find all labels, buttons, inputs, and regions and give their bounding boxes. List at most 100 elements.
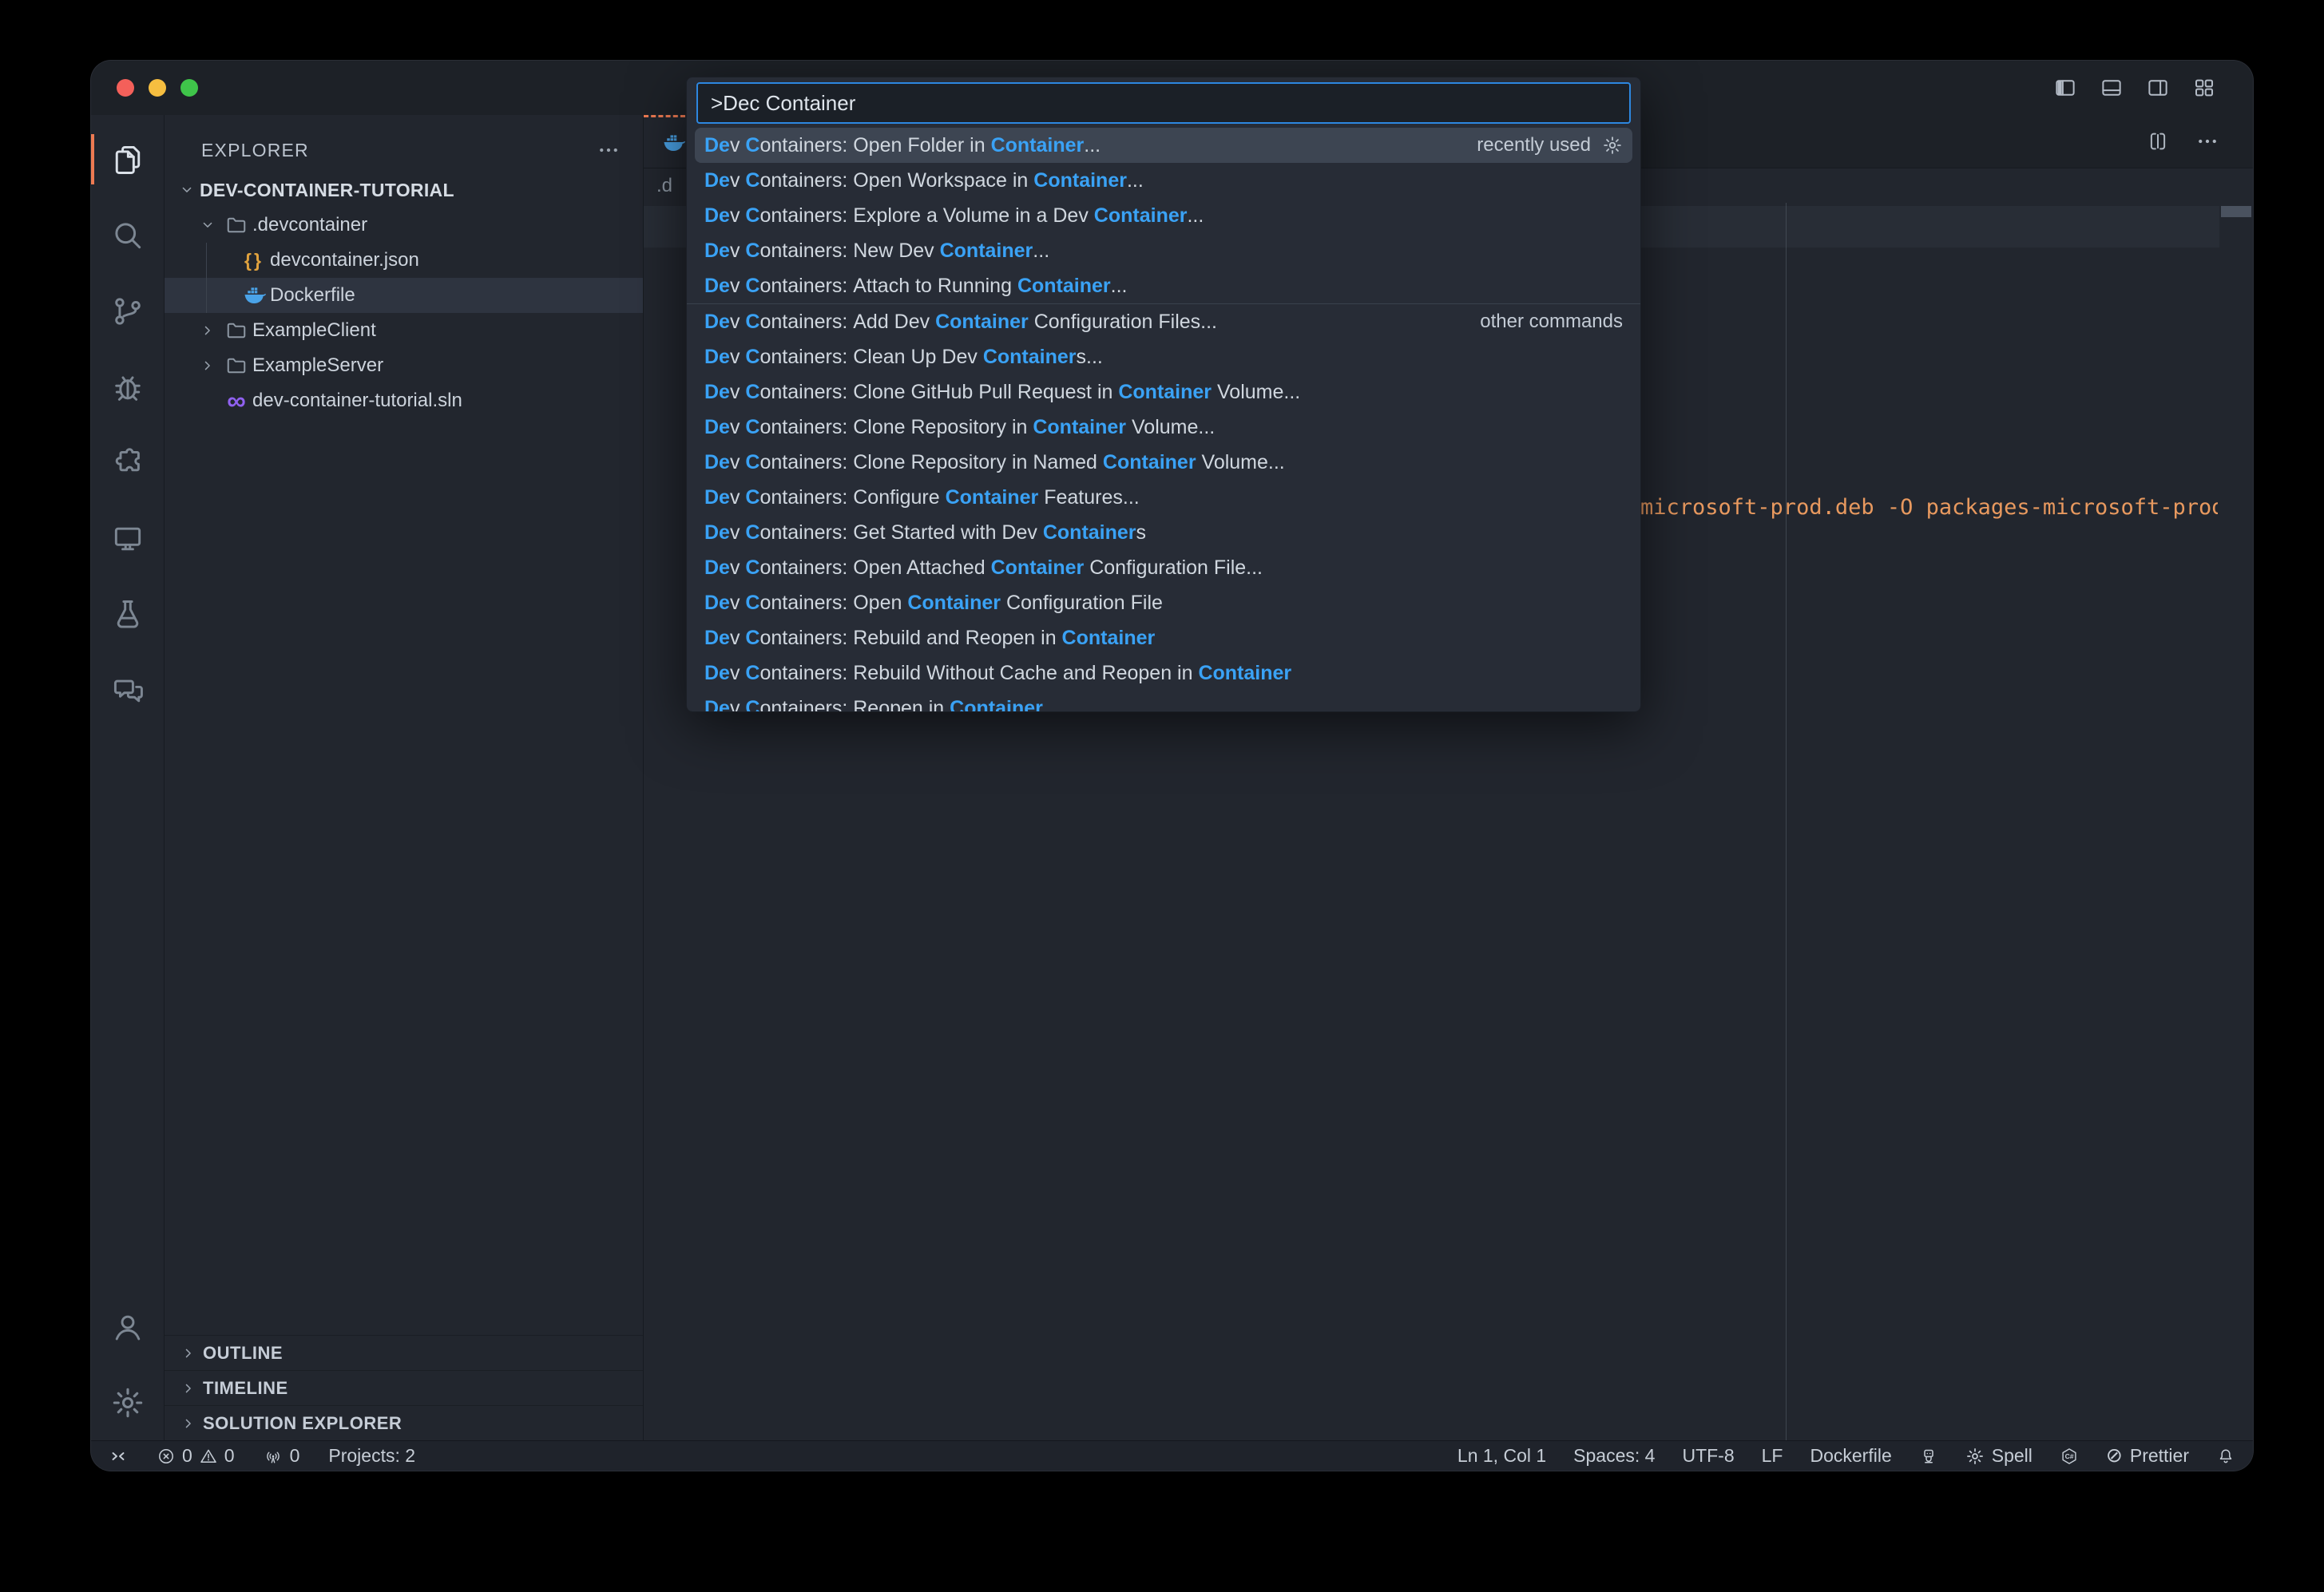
tree-item-dev-container-tutorial-sln[interactable]: ∞dev-container-tutorial.sln	[165, 383, 643, 418]
palette-item-9[interactable]: Dev Containers: Clone Repository in Cont…	[695, 410, 1632, 445]
palette-item-2[interactable]: Dev Containers: Open Workspace in Contai…	[695, 163, 1632, 198]
remote-icon	[109, 1447, 128, 1466]
gear-icon	[1965, 1447, 1985, 1466]
chevron-right-icon	[180, 1345, 196, 1361]
section-solution-explorer[interactable]: SOLUTION EXPLORER	[165, 1405, 643, 1440]
views-and-more-actions-button[interactable]	[597, 138, 621, 162]
source-control-icon	[110, 294, 145, 329]
status-problems[interactable]: 00	[157, 1445, 235, 1467]
docker-icon	[242, 283, 266, 307]
status-cursor-position[interactable]: Ln 1, Col 1	[1457, 1445, 1546, 1467]
csharp-icon: C#	[2060, 1447, 2079, 1466]
comments-icon	[110, 673, 145, 708]
palette-item-12[interactable]: Dev Containers: Get Started with Dev Con…	[695, 515, 1632, 550]
palette-item-14[interactable]: Dev Containers: Open Container Configura…	[695, 585, 1632, 620]
command-palette-input[interactable]	[696, 82, 1631, 124]
split-editor-button[interactable]	[2146, 129, 2170, 153]
palette-item-6[interactable]: Dev Containers: Add Dev Container Config…	[695, 304, 1632, 339]
palette-item-11[interactable]: Dev Containers: Configure Container Feat…	[695, 480, 1632, 515]
status-spell-checker[interactable]: Spell	[1965, 1445, 2033, 1467]
minimap-slider[interactable]	[2221, 206, 2251, 217]
editor-actions	[2146, 115, 2253, 168]
files-icon	[110, 142, 145, 177]
status-encoding[interactable]: UTF-8	[1682, 1445, 1734, 1467]
layout-panel-button[interactable]	[2100, 76, 2124, 100]
layout-grid-button[interactable]	[2192, 76, 2216, 100]
status-projects[interactable]: Projects: 2	[328, 1445, 415, 1467]
layout-sidebar-right-button[interactable]	[2146, 76, 2170, 100]
status-remote-indicator[interactable]	[109, 1447, 128, 1466]
explorer-sidebar: EXPLORER DEV-CONTAINER-TUTORIAL.devconta…	[165, 115, 644, 1440]
svg-text:C#: C#	[2064, 1452, 2073, 1460]
chevron-down-icon	[200, 217, 216, 233]
palette-item-5[interactable]: Dev Containers: Attach to Running Contai…	[695, 268, 1632, 303]
activity-comments[interactable]	[91, 652, 164, 728]
close-button[interactable]	[117, 79, 134, 97]
status-bar: 000Projects: 2 Ln 1, Col 1Spaces: 4UTF-8…	[91, 1440, 2253, 1471]
palette-item-8[interactable]: Dev Containers: Clone GitHub Pull Reques…	[695, 374, 1632, 410]
breadcrumb-item: .d	[656, 175, 672, 197]
vscode-window: EXPLORER DEV-CONTAINER-TUTORIAL.devconta…	[90, 60, 2254, 1471]
sidebar-empty-space	[165, 418, 643, 1335]
gear-icon	[110, 1385, 145, 1420]
palette-item-17[interactable]: Dev Containers: Reopen in Container	[695, 691, 1632, 712]
activity-run-and-debug[interactable]	[91, 349, 164, 425]
status-docker-linter[interactable]	[1919, 1447, 1938, 1466]
tree-item-exampleclient[interactable]: ExampleClient	[165, 313, 643, 348]
extensions-icon	[110, 446, 145, 481]
more-actions-button[interactable]	[2195, 129, 2219, 153]
status-indentation[interactable]: Spaces: 4	[1573, 1445, 1655, 1467]
tree-item-dev-container-tutorial[interactable]: DEV-CONTAINER-TUTORIAL	[165, 172, 643, 208]
monitor-icon	[110, 521, 145, 556]
tree-item-devcontainer[interactable]: .devcontainer	[165, 208, 643, 243]
folder-icon	[224, 354, 248, 378]
layout-sidebar-left-button[interactable]	[2053, 76, 2077, 100]
status-prettier[interactable]: ⊘Prettier	[2106, 1445, 2189, 1467]
configure-keybinding-icon[interactable]	[1602, 135, 1623, 156]
status-language-mode[interactable]: Dockerfile	[1810, 1445, 1891, 1467]
palette-item-4[interactable]: Dev Containers: New Dev Container...	[695, 233, 1632, 268]
status-notifications[interactable]	[2216, 1447, 2235, 1466]
palette-item-16[interactable]: Dev Containers: Rebuild Without Cache an…	[695, 655, 1632, 691]
palette-item-1[interactable]: Dev Containers: Open Folder in Container…	[695, 128, 1632, 163]
debug-icon	[110, 370, 145, 405]
activity-explorer[interactable]	[91, 121, 164, 197]
activity-extensions[interactable]	[91, 425, 164, 501]
tree-item-devcontainer-json[interactable]: {}devcontainer.json	[165, 243, 643, 278]
window-controls	[91, 79, 198, 97]
palette-item-7[interactable]: Dev Containers: Clean Up Dev Containers.…	[695, 339, 1632, 374]
tree-item-exampleserver[interactable]: ExampleServer	[165, 348, 643, 383]
code-text: -O packages-microsoft-prod.	[1874, 495, 2218, 520]
code-link[interactable]: microsoft-prod.deb	[1640, 495, 1874, 520]
palette-item-10[interactable]: Dev Containers: Clone Repository in Name…	[695, 445, 1632, 480]
activity-source-control[interactable]	[91, 273, 164, 349]
status-ports[interactable]: 0	[264, 1445, 300, 1467]
tree-item-dockerfile[interactable]: Dockerfile	[165, 278, 643, 313]
palette-item-15[interactable]: Dev Containers: Rebuild and Reopen in Co…	[695, 620, 1632, 655]
account-icon	[110, 1309, 145, 1344]
status-eol[interactable]: LF	[1762, 1445, 1783, 1467]
chevron-right-icon	[180, 1416, 196, 1432]
section-outline[interactable]: OUTLINE	[165, 1335, 643, 1370]
activity-search[interactable]	[91, 197, 164, 273]
sidebar-bottom-sections: OUTLINETIMELINESOLUTION EXPLORER	[165, 1335, 643, 1440]
file-tree: DEV-CONTAINER-TUTORIAL.devcontainer{}dev…	[165, 172, 643, 418]
prettier-icon: ⊘	[2106, 1446, 2123, 1466]
status-csharp-status[interactable]: C#	[2060, 1447, 2079, 1466]
activity-settings[interactable]	[91, 1364, 164, 1440]
status-bar-right: Ln 1, Col 1 Spaces: 4 UTF-8 LF Dockerfile Spe…	[1457, 1445, 2235, 1467]
section-timeline[interactable]: TIMELINE	[165, 1370, 643, 1405]
activity-remote-explorer[interactable]	[91, 501, 164, 576]
activity-accounts[interactable]	[91, 1289, 164, 1364]
warning-icon	[199, 1447, 218, 1466]
sidebar-header: EXPLORER	[165, 115, 643, 172]
minimize-button[interactable]	[149, 79, 166, 97]
activity-testing[interactable]	[91, 576, 164, 652]
folder-icon	[224, 213, 248, 237]
palette-item-13[interactable]: Dev Containers: Open Attached Container …	[695, 550, 1632, 585]
error-icon	[157, 1447, 176, 1466]
palette-item-3[interactable]: Dev Containers: Explore a Volume in a De…	[695, 198, 1632, 233]
vs-icon: ∞	[227, 390, 246, 411]
zoom-button[interactable]	[180, 79, 198, 97]
code-line: microsoft-prod.deb -O packages-microsoft…	[1640, 495, 2218, 520]
